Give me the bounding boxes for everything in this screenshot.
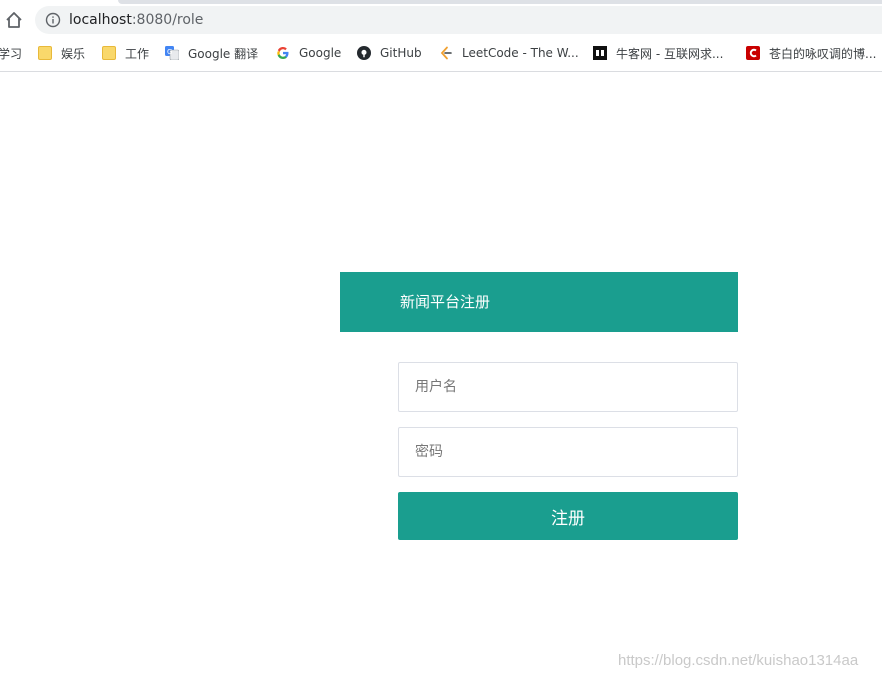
register-header: 新闻平台注册 xyxy=(340,272,738,332)
url-host: localhost xyxy=(69,12,132,28)
bookmark-work[interactable]: 工作 xyxy=(102,42,149,64)
password-input[interactable] xyxy=(398,427,738,477)
bookmark-label: 娱乐 xyxy=(61,46,86,61)
bookmarks-bar: 学习 娱乐 工作 G Google 翻译 Google GitHub LeetC… xyxy=(0,42,882,64)
tab-strip xyxy=(118,0,882,4)
register-button[interactable]: 注册 xyxy=(398,492,738,540)
google-icon xyxy=(276,46,290,60)
svg-text:G: G xyxy=(167,48,172,56)
browser-chrome: localhost:8080/role 学习 娱乐 工作 G Google 翻译… xyxy=(0,0,882,72)
url-text[interactable]: localhost:8080/role xyxy=(69,12,203,28)
folder-icon xyxy=(38,46,52,60)
google-translate-icon: G xyxy=(165,46,180,61)
bookmark-label: Google 翻译 xyxy=(188,46,259,61)
bookmark-github[interactable]: GitHub xyxy=(357,42,422,64)
nowcoder-icon xyxy=(593,46,607,60)
page-title: 新闻平台注册 xyxy=(400,293,491,311)
bookmark-label: GitHub xyxy=(380,46,422,60)
csdn-icon xyxy=(746,46,760,60)
bookmark-label: LeetCode - The W... xyxy=(462,46,579,60)
address-bar[interactable]: localhost:8080/role xyxy=(35,6,882,34)
bookmark-label: 牛客网 - 互联网求... xyxy=(616,46,724,61)
bookmark-google[interactable]: Google xyxy=(276,42,341,64)
bookmark-label: Google xyxy=(299,46,342,60)
page-content: 新闻平台注册 注册 https://blog.csdn.net/kuishao1… xyxy=(0,72,882,680)
folder-icon xyxy=(102,46,116,60)
watermark: https://blog.csdn.net/kuishao1314aa xyxy=(618,652,859,669)
leetcode-icon xyxy=(439,46,453,60)
url-path: :8080/role xyxy=(131,12,204,28)
bookmark-nowcoder[interactable]: 牛客网 - 互联网求... xyxy=(593,42,723,64)
bookmark-csdn-blog[interactable]: 苍白的咏叹调的博... xyxy=(746,42,876,64)
bookmark-label: 工作 xyxy=(125,46,150,61)
home-icon[interactable] xyxy=(4,10,24,30)
bookmark-label: 学习 xyxy=(0,46,23,61)
username-input[interactable] xyxy=(398,362,738,412)
bookmark-label: 苍白的咏叹调的博... xyxy=(769,46,877,61)
github-icon xyxy=(357,46,371,60)
info-icon[interactable] xyxy=(45,12,61,28)
bookmark-study[interactable]: 学习 xyxy=(0,42,22,64)
bookmark-leetcode[interactable]: LeetCode - The W... xyxy=(439,42,579,64)
bookmark-google-translate[interactable]: G Google 翻译 xyxy=(165,42,258,64)
bookmark-entertainment[interactable]: 娱乐 xyxy=(38,42,85,64)
